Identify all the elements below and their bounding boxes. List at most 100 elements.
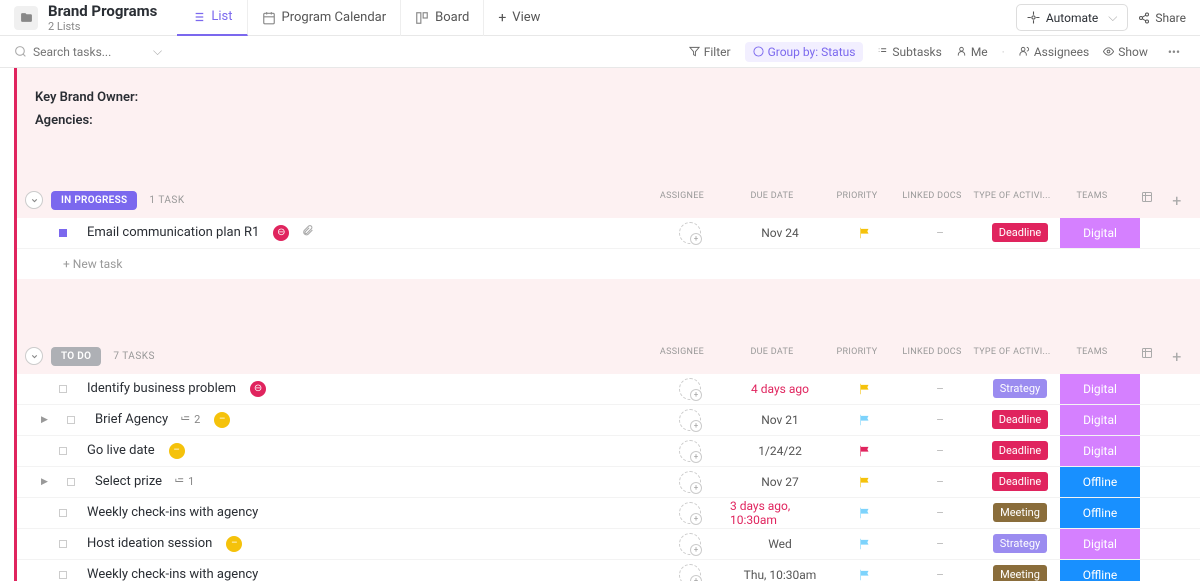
status-pill[interactable]: TO DO (51, 347, 101, 366)
teams-cell[interactable]: Digital (1060, 529, 1140, 559)
linked-docs-cell[interactable]: – (900, 498, 980, 528)
expand-caret[interactable]: ▶ (41, 477, 51, 487)
linked-docs-cell[interactable]: – (900, 218, 980, 248)
task-status-square[interactable] (59, 509, 67, 517)
due-date-cell[interactable]: Nov 21 (730, 405, 830, 435)
task-status-square[interactable] (59, 447, 67, 455)
task-row[interactable]: ▶Select prize1 Nov 27 – Deadline Offline (17, 467, 1200, 498)
group-by-button[interactable]: Group by: Status (745, 42, 864, 62)
task-count: 7 TASKS (113, 351, 155, 362)
share-label: Share (1155, 11, 1186, 25)
more-menu[interactable]: ••• (1162, 45, 1186, 59)
task-row[interactable]: Host ideation session– Wed – Strategy Di… (17, 529, 1200, 560)
assignee-cell[interactable] (650, 374, 730, 404)
task-status-square[interactable] (67, 478, 75, 486)
teams-cell[interactable]: Digital (1060, 218, 1140, 248)
due-date-cell[interactable]: 1/24/22 (730, 436, 830, 466)
attachment-icon[interactable] (301, 224, 314, 241)
tab-list[interactable]: List (177, 0, 247, 36)
automate-button[interactable]: Automate ⌵ (1016, 4, 1128, 31)
expand-caret[interactable]: ▶ (41, 415, 51, 425)
assignee-cell[interactable] (650, 560, 730, 581)
search-box[interactable]: ⌵ (14, 44, 174, 59)
task-name: Email communication plan R1 (87, 225, 259, 240)
tab-add-view[interactable]: + View (484, 0, 554, 36)
assignee-cell[interactable] (650, 467, 730, 497)
blocked-badge[interactable]: ⊖ (250, 381, 266, 397)
activity-cell[interactable]: Meeting (980, 498, 1060, 528)
warning-badge[interactable]: – (226, 536, 242, 552)
priority-cell[interactable] (830, 405, 900, 435)
priority-cell[interactable] (830, 560, 900, 581)
due-date-cell[interactable]: 4 days ago (730, 374, 830, 404)
subtask-count[interactable]: 1 (174, 475, 194, 488)
teams-cell[interactable]: Offline (1060, 467, 1140, 497)
status-pill[interactable]: IN PROGRESS (51, 191, 137, 210)
tab-calendar[interactable]: Program Calendar (248, 0, 402, 36)
priority-cell[interactable] (830, 529, 900, 559)
task-status-square[interactable] (59, 385, 67, 393)
task-status-square[interactable] (59, 571, 67, 579)
task-status-square[interactable] (59, 229, 67, 237)
activity-cell[interactable]: Deadline (980, 405, 1060, 435)
due-date-cell[interactable]: Thu, 10:30am (730, 560, 830, 581)
linked-docs-cell[interactable]: – (900, 467, 980, 497)
linked-docs-cell[interactable]: – (900, 436, 980, 466)
subtask-count[interactable]: 2 (180, 413, 200, 426)
priority-cell[interactable] (830, 218, 900, 248)
assignee-cell[interactable] (650, 436, 730, 466)
page-title[interactable]: Brand Programs (48, 2, 157, 20)
tab-board[interactable]: Board (401, 0, 484, 36)
task-row[interactable]: ▶Brief Agency2– Nov 21 – Deadline Digita… (17, 405, 1200, 436)
linked-docs-cell[interactable]: – (900, 405, 980, 435)
warning-badge[interactable]: – (214, 412, 230, 428)
activity-cell[interactable]: Meeting (980, 560, 1060, 581)
assignee-cell[interactable] (650, 498, 730, 528)
priority-cell[interactable] (830, 498, 900, 528)
assignee-cell[interactable] (650, 529, 730, 559)
filter-button[interactable]: Filter (689, 45, 731, 59)
task-row[interactable]: Go live date– 1/24/22 – Deadline Digital (17, 436, 1200, 467)
chevron-down-icon[interactable]: ⌵ (153, 44, 162, 59)
activity-cell[interactable]: Deadline (980, 436, 1060, 466)
new-task-button[interactable]: + New task (17, 249, 1200, 279)
teams-cell[interactable]: Digital (1060, 405, 1140, 435)
priority-cell[interactable] (830, 374, 900, 404)
due-date-cell[interactable]: Nov 27 (730, 467, 830, 497)
blocked-badge[interactable]: ⊖ (273, 225, 289, 241)
teams-cell[interactable]: Offline (1060, 560, 1140, 581)
task-status-square[interactable] (59, 540, 67, 548)
linked-docs-cell[interactable]: – (900, 374, 980, 404)
task-row[interactable]: Weekly check-ins with agency Thu, 10:30a… (17, 560, 1200, 581)
linked-docs-cell[interactable]: – (900, 560, 980, 581)
activity-cell[interactable]: Deadline (980, 218, 1060, 248)
due-date-cell[interactable]: Nov 24 (730, 218, 830, 248)
teams-cell[interactable]: Digital (1060, 374, 1140, 404)
activity-cell[interactable]: Strategy (980, 529, 1060, 559)
activity-cell[interactable]: Deadline (980, 467, 1060, 497)
collapse-toggle[interactable] (25, 347, 43, 365)
teams-cell[interactable]: Digital (1060, 436, 1140, 466)
due-date-cell[interactable]: 3 days ago, 10:30am (730, 498, 830, 528)
assignee-cell[interactable] (650, 218, 730, 248)
warning-badge[interactable]: – (169, 443, 185, 459)
search-input[interactable] (33, 45, 143, 59)
priority-cell[interactable] (830, 467, 900, 497)
me-button[interactable]: Me (956, 45, 988, 59)
assignee-cell[interactable] (650, 405, 730, 435)
task-row[interactable]: Identify business problem⊖ 4 days ago – … (17, 374, 1200, 405)
show-button[interactable]: Show (1103, 45, 1148, 59)
teams-cell[interactable]: Offline (1060, 498, 1140, 528)
task-status-square[interactable] (67, 416, 75, 424)
activity-cell[interactable]: Strategy (980, 374, 1060, 404)
priority-cell[interactable] (830, 436, 900, 466)
task-row[interactable]: Email communication plan R1 ⊖ Nov 24 – De… (17, 218, 1200, 249)
linked-docs-cell[interactable]: – (900, 529, 980, 559)
share-button[interactable]: Share (1138, 11, 1186, 25)
task-row[interactable]: Weekly check-ins with agency 3 days ago,… (17, 498, 1200, 529)
due-date-cell[interactable]: Wed (730, 529, 830, 559)
folder-icon[interactable] (14, 6, 38, 30)
collapse-toggle[interactable] (25, 191, 43, 209)
subtasks-button[interactable]: Subtasks (877, 45, 941, 59)
assignees-button[interactable]: Assignees (1019, 45, 1089, 59)
